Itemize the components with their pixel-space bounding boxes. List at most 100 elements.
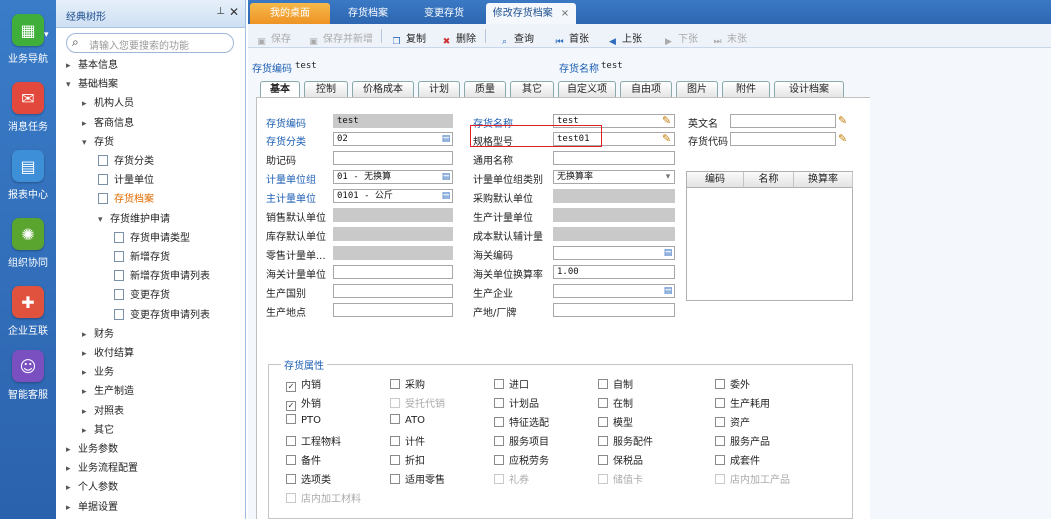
field-input[interactable]: 01 - 无换算 [333,170,453,184]
field-input[interactable] [553,303,675,317]
tree-node[interactable]: ▸ 单据设置 [66,499,118,517]
pencil-icon[interactable]: ✎ [838,133,850,145]
checkbox-box[interactable] [494,398,504,408]
subtab-2[interactable]: 价格成本 [352,81,414,97]
subtab-8[interactable]: 图片 [676,81,718,97]
attribute-checkbox[interactable]: 备件 [286,452,321,467]
tree-node[interactable]: ▸ 生产制造 [82,383,134,401]
collapse-arrow-icon[interactable]: ▾ [44,30,49,40]
toolbar-first-button[interactable]: ⏮ 首张 [554,30,589,48]
tree-node[interactable]: ▾ 存货 [82,134,114,152]
tree-node[interactable]: 存货档案 [98,191,154,209]
chevron-right-icon[interactable]: ▸ [82,383,94,401]
attribute-checkbox[interactable]: 模型 [598,414,633,429]
pin-icon[interactable]: ⊥ [216,6,225,17]
tree-node[interactable]: ▸ 对照表 [82,403,124,421]
tree-node[interactable]: 新增存货 [114,249,170,267]
lookup-icon[interactable]: ▤ [440,171,452,183]
tree-node[interactable]: 计量单位 [98,172,154,190]
nav-message-task[interactable]: ✉ 消息任务 [0,82,56,133]
field-input[interactable] [333,265,453,279]
field-input[interactable] [333,151,453,165]
tree-node[interactable]: ▸ 财务 [82,326,114,344]
tree-node[interactable]: ▸ 个人参数 [66,479,118,497]
toolbar-prev-button[interactable]: ◀ 上张 [607,30,642,48]
attribute-checkbox[interactable]: 服务项目 [494,433,549,448]
tree-node[interactable]: ▸ 其它 [82,422,114,440]
toolbar-delete-button[interactable]: ✖ 删除 [441,30,476,48]
field-input[interactable]: 1.00 [553,265,675,279]
chevron-right-icon[interactable]: ▸ [82,326,94,344]
chevron-right-icon[interactable]: ▸ [66,499,78,517]
attribute-checkbox[interactable]: ✓ 外销 [286,395,321,411]
lookup-icon[interactable]: ▤ [662,285,674,297]
attribute-checkbox[interactable]: 服务产品 [715,433,770,448]
checkbox-box[interactable] [715,398,725,408]
tab-close-icon[interactable]: × [561,8,569,19]
chevron-right-icon[interactable]: ▸ [82,403,94,421]
toolbar-save-new-button[interactable]: ▣ 保存并新增 [308,30,373,48]
checkbox-box[interactable] [715,455,725,465]
checkbox-box[interactable] [286,474,296,484]
field-input[interactable]: 02 [333,132,453,146]
attribute-checkbox[interactable]: ATO [390,414,425,426]
pencil-icon[interactable]: ✎ [662,133,674,145]
dropdown-arrow-icon[interactable]: ▾ [662,171,674,183]
checkbox-box[interactable] [390,474,400,484]
pencil-icon[interactable]: ✎ [662,115,674,127]
checkbox-box[interactable] [494,379,504,389]
tree-node[interactable]: ▸ 业务 [82,364,114,382]
nav-report-center[interactable]: ▤ 报表中心 [0,150,56,201]
field-input[interactable] [553,284,675,298]
search-input[interactable]: ⌕ 请输入您要搜索的功能 [66,33,234,53]
chevron-right-icon[interactable]: ▸ [66,460,78,478]
checkbox-box[interactable] [390,455,400,465]
checkbox-box[interactable] [715,417,725,427]
attribute-checkbox[interactable]: 应税劳务 [494,452,549,467]
field-input[interactable] [333,284,453,298]
tab-1[interactable]: 存货档案 [334,3,402,24]
lookup-icon[interactable]: ▤ [662,247,674,259]
report-center-icon[interactable]: ▤ [12,150,44,182]
attribute-checkbox[interactable]: 保税品 [598,452,643,467]
toolbar-next-button[interactable]: ▶ 下张 [663,30,698,48]
message-task-icon[interactable]: ✉ [12,82,44,114]
attribute-checkbox[interactable]: ✓ 内销 [286,376,321,392]
tree-node[interactable]: ▸ 业务参数 [66,441,118,459]
checkbox-box[interactable] [286,436,296,446]
attribute-checkbox[interactable]: 计件 [390,433,425,448]
toolbar-query-button[interactable]: ⌕ 查询 [499,30,534,48]
subtab-3[interactable]: 计划 [418,81,460,97]
attribute-checkbox[interactable]: 采购 [390,376,425,391]
chevron-right-icon[interactable]: ▸ [82,364,94,382]
enterprise-link-icon[interactable]: ✚ [12,286,44,318]
checkbox-box[interactable] [598,417,608,427]
attribute-checkbox[interactable]: 计划品 [494,395,539,410]
tree-node[interactable]: ▾ 基础档案 [66,76,118,94]
checkbox-box[interactable] [494,455,504,465]
chevron-down-icon[interactable]: ▾ [82,134,94,152]
field-input[interactable] [333,303,453,317]
tree-node[interactable]: 存货申请类型 [114,230,190,248]
subtab-1[interactable]: 控制 [304,81,348,97]
tab-3[interactable]: 修改存货档案 × [486,3,576,24]
checkbox-box[interactable] [390,379,400,389]
chevron-down-icon[interactable]: ▾ [66,76,78,94]
attribute-checkbox[interactable]: 成套件 [715,452,760,467]
field-input[interactable] [553,246,675,260]
toolbar-last-button[interactable]: ⏭ 末张 [712,30,747,48]
field-input[interactable] [553,151,675,165]
checkbox-box[interactable] [390,436,400,446]
checkbox-box[interactable] [390,414,400,424]
field-input[interactable] [730,114,836,128]
attribute-checkbox[interactable]: 服务配件 [598,433,653,448]
attribute-checkbox[interactable]: 在制 [598,395,633,410]
attribute-checkbox[interactable]: 自制 [598,376,633,391]
checkbox-box[interactable] [715,436,725,446]
chevron-down-icon[interactable]: ▾ [98,211,110,229]
chevron-right-icon[interactable]: ▸ [82,95,94,113]
checkbox-box[interactable] [715,379,725,389]
tree-node[interactable]: 新增存货申请列表 [114,268,210,286]
attribute-checkbox[interactable]: 进口 [494,376,529,391]
attribute-checkbox[interactable]: 生产耗用 [715,395,770,410]
